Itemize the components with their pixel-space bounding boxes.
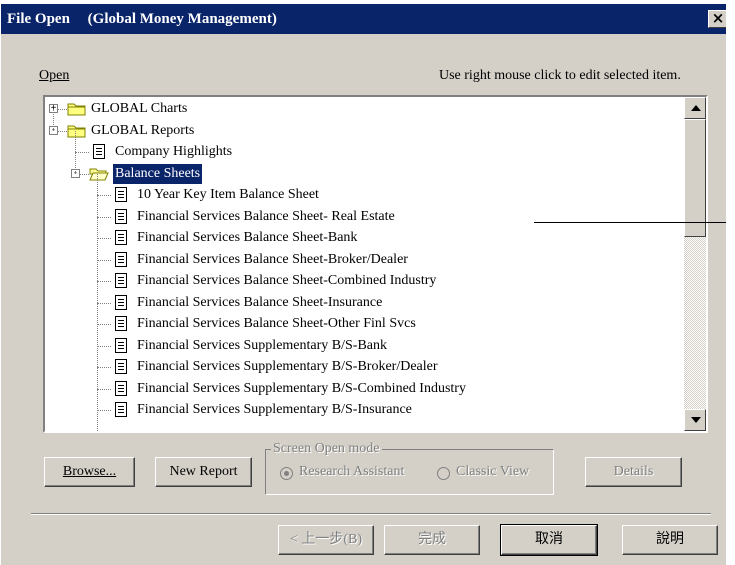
tree-item-label: Balance Sheets (113, 163, 203, 184)
tree-item[interactable]: Financial Services Balance Sheet-Bank (45, 228, 685, 248)
document-icon (115, 316, 127, 331)
document-icon (115, 208, 127, 224)
tree-connector (97, 324, 111, 326)
tree-item[interactable]: 10 Year Key Item Balance Sheet (45, 185, 685, 205)
tree-trunk-line (75, 130, 77, 174)
document-icon (115, 273, 127, 288)
tree-item-label: Financial Services Balance Sheet-Insuran… (137, 294, 383, 310)
tree-item-label: GLOBAL Reports (91, 122, 195, 138)
up-arrow-icon (691, 105, 701, 111)
tree-connector (97, 345, 111, 348)
document-icon (115, 294, 127, 310)
document-icon (93, 144, 105, 159)
cancel-button[interactable]: 取消 (500, 524, 598, 556)
new-report-label: New Report (169, 464, 238, 479)
tree-item[interactable]: Financial Services Balance Sheet-Combine… (45, 271, 685, 291)
research-assistant-label: Research Assistant (299, 464, 405, 479)
hint-text: Use right mouse click to edit selected i… (439, 68, 681, 83)
tree-item[interactable]: - Balance Sheets (45, 163, 685, 184)
document-icon (115, 187, 127, 202)
tree-connector (97, 281, 111, 283)
close-button[interactable]: × (708, 10, 728, 28)
report-tree[interactable]: + GLOBAL Charts - GLOBAL Reports Company Hig… (43, 95, 708, 433)
tree-item[interactable]: + GLOBAL Charts (45, 99, 685, 119)
page-edge (726, 0, 735, 565)
classic-view-radio[interactable] (437, 467, 450, 480)
tree-list: + GLOBAL Charts - GLOBAL Reports Company Hig… (45, 97, 685, 431)
tree-item-label: Financial Services Supplementary B/S-Com… (137, 380, 466, 396)
browse-button[interactable]: Browse... (44, 457, 135, 487)
down-arrow-icon (691, 417, 701, 423)
folder-icon (67, 102, 87, 116)
tree-connector (75, 152, 89, 154)
document-icon (115, 380, 127, 396)
separator (31, 513, 711, 515)
document-icon (115, 402, 127, 417)
details-button[interactable]: Details (585, 457, 682, 487)
tree-item-label: Company Highlights (115, 144, 233, 159)
tree-connector (97, 259, 111, 262)
tree-item[interactable]: Financial Services Supplementary B/S-Ban… (45, 336, 685, 356)
tree-item[interactable]: Financial Services Balance Sheet-Broker/… (45, 250, 685, 270)
file-open-dialog: File Open (Global Money Management) × Op… (0, 4, 735, 565)
tree-item-label: Financial Services Supplementary B/S-Ins… (137, 402, 412, 417)
annotation-line (534, 222, 735, 223)
window-subtitle: (Global Money Management) (87, 11, 277, 27)
tree-item[interactable]: Financial Services Balance Sheet-Insuran… (45, 293, 685, 313)
radio-dot-icon (284, 471, 289, 476)
help-button[interactable]: 說明 (622, 525, 718, 555)
tree-item[interactable]: Financial Services Balance Sheet- Real E… (45, 207, 685, 227)
tree-item[interactable]: Company Highlights (45, 142, 685, 162)
tree-item-label: Financial Services Supplementary B/S-Bro… (137, 359, 438, 374)
scroll-down-button[interactable] (684, 409, 706, 431)
tree-connector (97, 388, 111, 391)
tree-item-label: GLOBAL Charts (91, 101, 188, 116)
tree-item-label: Financial Services Balance Sheet- Real E… (137, 208, 395, 224)
folder-icon (67, 124, 87, 138)
tree-connector (97, 367, 111, 369)
back-button[interactable]: < 上一步(B) (278, 525, 374, 555)
tree-item[interactable]: Financial Services Supplementary B/S-Ins… (45, 400, 685, 420)
document-icon (115, 337, 127, 353)
tree-item[interactable]: Financial Services Balance Sheet-Other F… (45, 314, 685, 334)
document-icon (115, 230, 127, 245)
tree-item[interactable]: Financial Services Supplementary B/S-Com… (45, 379, 685, 399)
title-bar[interactable]: File Open (Global Money Management) × (1, 4, 735, 34)
scroll-thumb[interactable] (684, 119, 706, 237)
tree-item[interactable]: - GLOBAL Reports (45, 121, 685, 141)
open-label-text: Open (39, 68, 70, 83)
tree-connector (97, 216, 111, 219)
tree-connector (97, 410, 111, 412)
tree-item-label: Financial Services Balance Sheet-Other F… (137, 316, 416, 331)
tree-trunk-line (97, 173, 99, 431)
tree-connector (97, 195, 111, 197)
tree-trunk-line (53, 109, 55, 131)
tree-item-label: 10 Year Key Item Balance Sheet (137, 187, 319, 202)
tree-connector (97, 302, 111, 305)
tree-item[interactable]: Financial Services Supplementary B/S-Bro… (45, 357, 685, 377)
classic-view-label: Classic View (456, 464, 530, 479)
tree-item-label: Financial Services Balance Sheet-Broker/… (137, 251, 408, 267)
tree-connector (97, 238, 111, 240)
finish-button[interactable]: 完成 (384, 525, 480, 555)
screen-open-mode-title: Screen Open mode (271, 441, 382, 457)
open-folder-icon (89, 167, 109, 181)
open-label: Open (39, 68, 69, 84)
vertical-scrollbar[interactable] (684, 97, 706, 431)
window-title: File Open (7, 11, 70, 27)
document-icon (115, 251, 127, 267)
tree-item-label: Financial Services Balance Sheet-Bank (137, 230, 358, 245)
browse-label: Browse... (62, 464, 117, 479)
research-assistant-radio[interactable] (280, 467, 293, 480)
document-icon (115, 359, 127, 374)
scroll-up-button[interactable] (684, 97, 706, 119)
tree-item-label: Financial Services Supplementary B/S-Ban… (137, 337, 388, 353)
new-report-button[interactable]: New Report (155, 457, 252, 487)
tree-item-label: Financial Services Balance Sheet-Combine… (137, 273, 437, 288)
